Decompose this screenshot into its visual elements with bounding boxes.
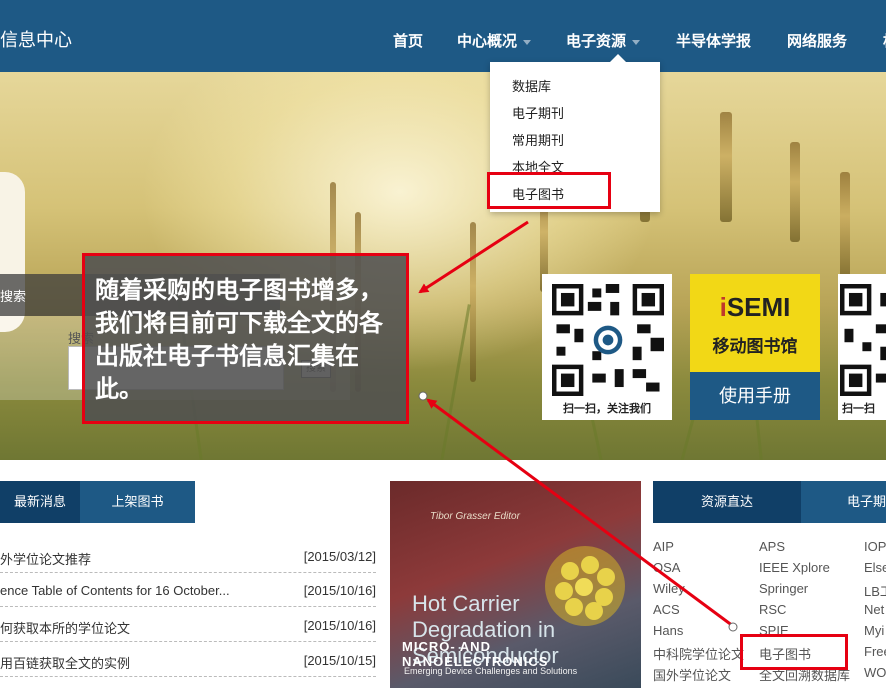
news-row[interactable]: ence Table of Contents for 16 October...…: [0, 573, 376, 607]
resource-link[interactable]: Springer: [759, 581, 808, 596]
resource-link[interactable]: OSA: [653, 560, 680, 575]
resource-link[interactable]: APS: [759, 539, 785, 554]
news-row[interactable]: 何获取本所的学位论文 [2015/10/16]: [0, 608, 376, 642]
news-row[interactable]: 外学位论文推荐 [2015/03/12]: [0, 539, 376, 573]
book-author: Tibor Grasser Editor: [430, 511, 520, 522]
isemi-mobile-library-card[interactable]: iSEMI 移动图书馆 使用手册: [690, 274, 820, 420]
isemi-logo: iSEMI: [690, 292, 820, 323]
qr-caption: 扫一扫，关注我们: [563, 403, 651, 415]
arrow-anchor-dot: [728, 622, 738, 632]
nav-home-label: 首页: [393, 33, 424, 50]
news-row[interactable]: 用百链获取全文的实例 [2015/10/15]: [0, 643, 376, 677]
site-header: 信息中心 首页 中心概况 电子资源 半导体学报 网络服务 松: [0, 0, 886, 72]
resource-link[interactable]: WO: [864, 665, 886, 680]
annotation-callout: 随着采购的电子图书增多，我们将目前可下载全文的各出版社电子书信息汇集在此。: [82, 253, 409, 424]
chevron-down-icon: [523, 39, 532, 45]
user-manual-button[interactable]: 使用手册: [690, 372, 820, 420]
resource-link[interactable]: Myi: [864, 623, 884, 638]
isemi-subtitle: 移动图书馆: [712, 337, 798, 356]
qr-caption: 扫一扫: [842, 403, 875, 415]
news-date: [2015/10/16]: [303, 618, 376, 633]
resource-link[interactable]: LB工: [864, 581, 886, 600]
book-series: MICRO- AND NANOELECTRONICS: [402, 639, 549, 669]
dropdown-item-databases[interactable]: 数据库: [512, 76, 551, 95]
nav-network-services-label: 网络服务: [787, 33, 848, 50]
resource-link[interactable]: Hans: [653, 623, 683, 638]
nav-home[interactable]: 首页: [393, 30, 423, 51]
news-date: [2015/10/16]: [303, 583, 376, 598]
resource-link[interactable]: RSC: [759, 602, 786, 617]
nav-network-services[interactable]: 网络服务: [787, 30, 847, 51]
isemi-logo-i: i: [719, 292, 727, 322]
qr-card-partial[interactable]: 扫一扫: [838, 274, 886, 420]
resource-link[interactable]: Wiley: [653, 581, 685, 596]
resource-link[interactable]: AIP: [653, 539, 674, 554]
resource-link[interactable]: 国外学位论文: [653, 665, 731, 684]
news-title[interactable]: 何获取本所的学位论文: [0, 618, 262, 637]
callout-text: 随着采购的电子图书增多，我们将目前可下载全文的各出版社电子书信息汇集在此。: [95, 276, 383, 403]
tab-resource-direct[interactable]: 资源直达: [653, 481, 801, 523]
grass-stalk: [840, 172, 850, 282]
nav-center-overview[interactable]: 中心概况: [457, 30, 532, 51]
news-title[interactable]: ence Table of Contents for 16 October...: [0, 583, 262, 598]
nav-e-resources-label: 电子资源: [566, 33, 627, 50]
news-title[interactable]: 外学位论文推荐: [0, 549, 262, 568]
tab-latest-news[interactable]: 最新消息: [0, 481, 80, 523]
news-date: [2015/03/12]: [303, 549, 376, 564]
search-tab[interactable]: 搜索: [0, 286, 26, 305]
news-date: [2015/10/15]: [303, 653, 376, 668]
resource-link[interactable]: Net: [864, 602, 884, 617]
nav-semiconductor-journal[interactable]: 半导体学报: [676, 30, 751, 51]
resource-link[interactable]: Else: [864, 560, 886, 575]
resource-link[interactable]: IOP: [864, 539, 886, 554]
grass-stalk: [790, 142, 800, 242]
dropdown-item-e-journals[interactable]: 电子期刊: [512, 103, 564, 122]
nav-e-resources[interactable]: 电子资源: [566, 30, 641, 51]
site-title[interactable]: 信息中心: [0, 26, 72, 52]
chevron-down-icon: [632, 39, 641, 45]
resource-link[interactable]: 中科院学位论文: [653, 644, 744, 663]
dropdown-item-common-journals[interactable]: 常用期刊: [512, 130, 564, 149]
news-title[interactable]: 用百链获取全文的实例: [0, 653, 262, 672]
tab-e-journals[interactable]: 电子期: [801, 481, 886, 523]
grass-stalk: [470, 222, 476, 382]
grass-stalk: [720, 112, 732, 222]
resource-link[interactable]: IEEE Xplore: [759, 560, 830, 575]
dropdown-pointer: [610, 54, 626, 62]
nav-semiconductor-journal-label: 半导体学报: [676, 33, 752, 50]
resource-link[interactable]: ACS: [653, 602, 680, 617]
nav-center-overview-label: 中心概况: [457, 33, 518, 50]
qr-code-icon: [552, 284, 664, 396]
tab-new-books[interactable]: 上架图书: [80, 481, 195, 523]
resource-link[interactable]: Free: [864, 644, 886, 659]
book-subtitle: Emerging Device Challenges and Solutions: [404, 666, 578, 676]
highlight-box-dropdown-ebooks: [487, 172, 611, 209]
qr-code-icon: [840, 284, 886, 396]
wechat-qr-card[interactable]: 扫一扫，关注我们: [542, 274, 672, 420]
highlight-box-resource-ebooks: [740, 634, 848, 670]
isemi-logo-rest: SEMI: [726, 292, 791, 322]
book-cover[interactable]: Tibor Grasser Editor Hot Carrier Degrada…: [390, 481, 641, 688]
